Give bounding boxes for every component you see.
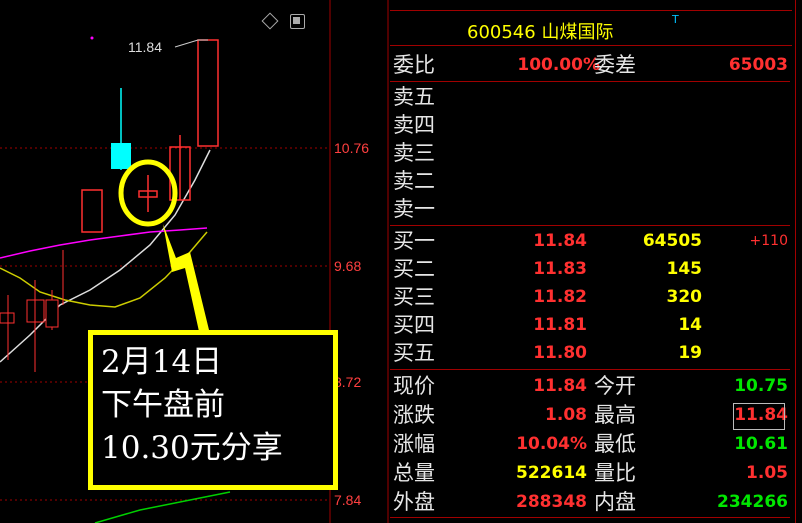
stat-label: 涨跌 [393, 403, 435, 427]
stat-label: 今开 [594, 374, 636, 398]
stat-row-pct: 涨幅 10.04% 最低 10.61 [390, 430, 790, 458]
bid-price: 11.82 [533, 287, 587, 307]
ask-row[interactable]: 卖五 [390, 83, 790, 111]
weicha-value: 65003 [728, 55, 788, 75]
stat-label: 涨幅 [393, 432, 435, 456]
bid-label: 买一 [393, 229, 435, 253]
separator-4 [390, 517, 790, 518]
high-value-highlight [733, 403, 785, 430]
weibi-row: 委比 100.00% 委差 65003 [390, 51, 790, 79]
stat-label: 外盘 [393, 490, 435, 514]
stock-title-bar: 600546 山煤国际 T [390, 10, 792, 46]
bid-row[interactable]: 买三 11.82 320 [390, 283, 790, 311]
ask-label: 卖四 [393, 113, 435, 137]
bid-volume: 64505 [642, 231, 702, 251]
ask-row[interactable]: 卖四 [390, 111, 790, 139]
right-edge-line [795, 0, 796, 523]
annotation-line-3: 10.30元分享 [101, 430, 283, 466]
bid-label: 买五 [393, 341, 435, 365]
weibi-label: 委比 [393, 53, 435, 77]
ask-row[interactable]: 卖二 [390, 167, 790, 195]
stat-label: 最高 [594, 403, 636, 427]
stock-name: 山煤国际 [541, 22, 614, 43]
bid-price: 11.84 [533, 231, 587, 251]
bid-price: 11.83 [533, 259, 587, 279]
annotation-line-2: 下午盘前 [101, 387, 225, 423]
separator-2 [390, 225, 790, 226]
bid-price: 11.81 [533, 315, 587, 335]
stat-value: 10.04% [516, 434, 587, 454]
annotation-arrow [163, 224, 210, 336]
max-price-label: 11.84 [128, 39, 162, 55]
stat-label: 量比 [594, 461, 636, 485]
bid-label: 买三 [393, 285, 435, 309]
stat-label: 总量 [393, 461, 435, 485]
weicha-label: 委差 [594, 53, 636, 77]
max-price-pointer [174, 39, 208, 48]
stat-value: 234266 [717, 492, 788, 512]
ask-label: 卖一 [393, 197, 435, 221]
ma-magenta-line [0, 227, 208, 259]
stat-label: 现价 [393, 374, 435, 398]
ask-label: 卖五 [393, 85, 435, 109]
candle-down-body [111, 143, 131, 169]
candle-up-1 [81, 189, 103, 233]
weibi-value: 100.00% [517, 55, 600, 75]
bid-row[interactable]: 买四 11.81 14 [390, 311, 790, 339]
separator-1 [390, 81, 790, 82]
annotation-box: 2月14日 下午盘前 10.30元分享 [88, 330, 338, 490]
window-icon[interactable] [290, 14, 305, 29]
bid-change: +110 [749, 233, 788, 249]
stat-value: 1.08 [545, 405, 587, 425]
stat-value: 1.05 [746, 463, 788, 483]
magenta-dot [90, 36, 94, 40]
stat-value: 10.61 [734, 434, 788, 454]
ask-label: 卖三 [393, 141, 435, 165]
ask-row[interactable]: 卖三 [390, 139, 790, 167]
bid-volume: 320 [666, 287, 703, 307]
bid-row[interactable]: 买五 11.80 19 [390, 339, 790, 367]
bid-row[interactable]: 买二 11.83 145 [390, 255, 790, 283]
stock-title: 600546 山煤国际 [467, 18, 613, 44]
stat-value: 10.75 [734, 376, 788, 396]
stat-row-change: 涨跌 1.08 最高 11.84 [390, 401, 790, 429]
price-tick-1: 10.76 [334, 140, 370, 156]
stat-label: 最低 [594, 432, 636, 456]
price-tick-3: 8.72 [334, 374, 362, 390]
stock-code: 600546 [467, 22, 536, 43]
bid-price: 11.80 [533, 343, 587, 363]
stat-value: 522614 [516, 463, 587, 483]
price-tick-2: 9.68 [334, 258, 362, 274]
bid-label: 买二 [393, 257, 435, 281]
separator-3 [390, 369, 790, 370]
ma-green-line [94, 491, 231, 523]
bid-volume: 145 [666, 259, 703, 279]
candle-up-3-body [197, 39, 219, 147]
bid-label: 买四 [393, 313, 435, 337]
stat-value: 288348 [516, 492, 587, 512]
stat-row-price: 现价 11.84 今开 10.75 [390, 372, 790, 400]
bid-volume: 19 [678, 343, 702, 363]
ask-label: 卖二 [393, 169, 435, 193]
quote-panel: 600546 山煤国际 T 委比 100.00% 委差 65003 卖五 卖四 … [390, 0, 802, 523]
ask-row[interactable]: 卖一 [390, 195, 790, 223]
price-tick-4: 7.84 [334, 492, 362, 508]
stat-label: 内盘 [594, 490, 636, 514]
annotation-line-1: 2月14日 [101, 344, 223, 380]
stock-badge: T [672, 13, 679, 26]
stat-row-volume: 总量 522614 量比 1.05 [390, 459, 790, 487]
bid-volume: 14 [678, 315, 702, 335]
bid-row[interactable]: 买一 11.84 64505 +110 [390, 227, 790, 255]
stat-value: 11.84 [533, 376, 587, 396]
stat-row-outer-inner: 外盘 288348 内盘 234266 [390, 488, 790, 516]
